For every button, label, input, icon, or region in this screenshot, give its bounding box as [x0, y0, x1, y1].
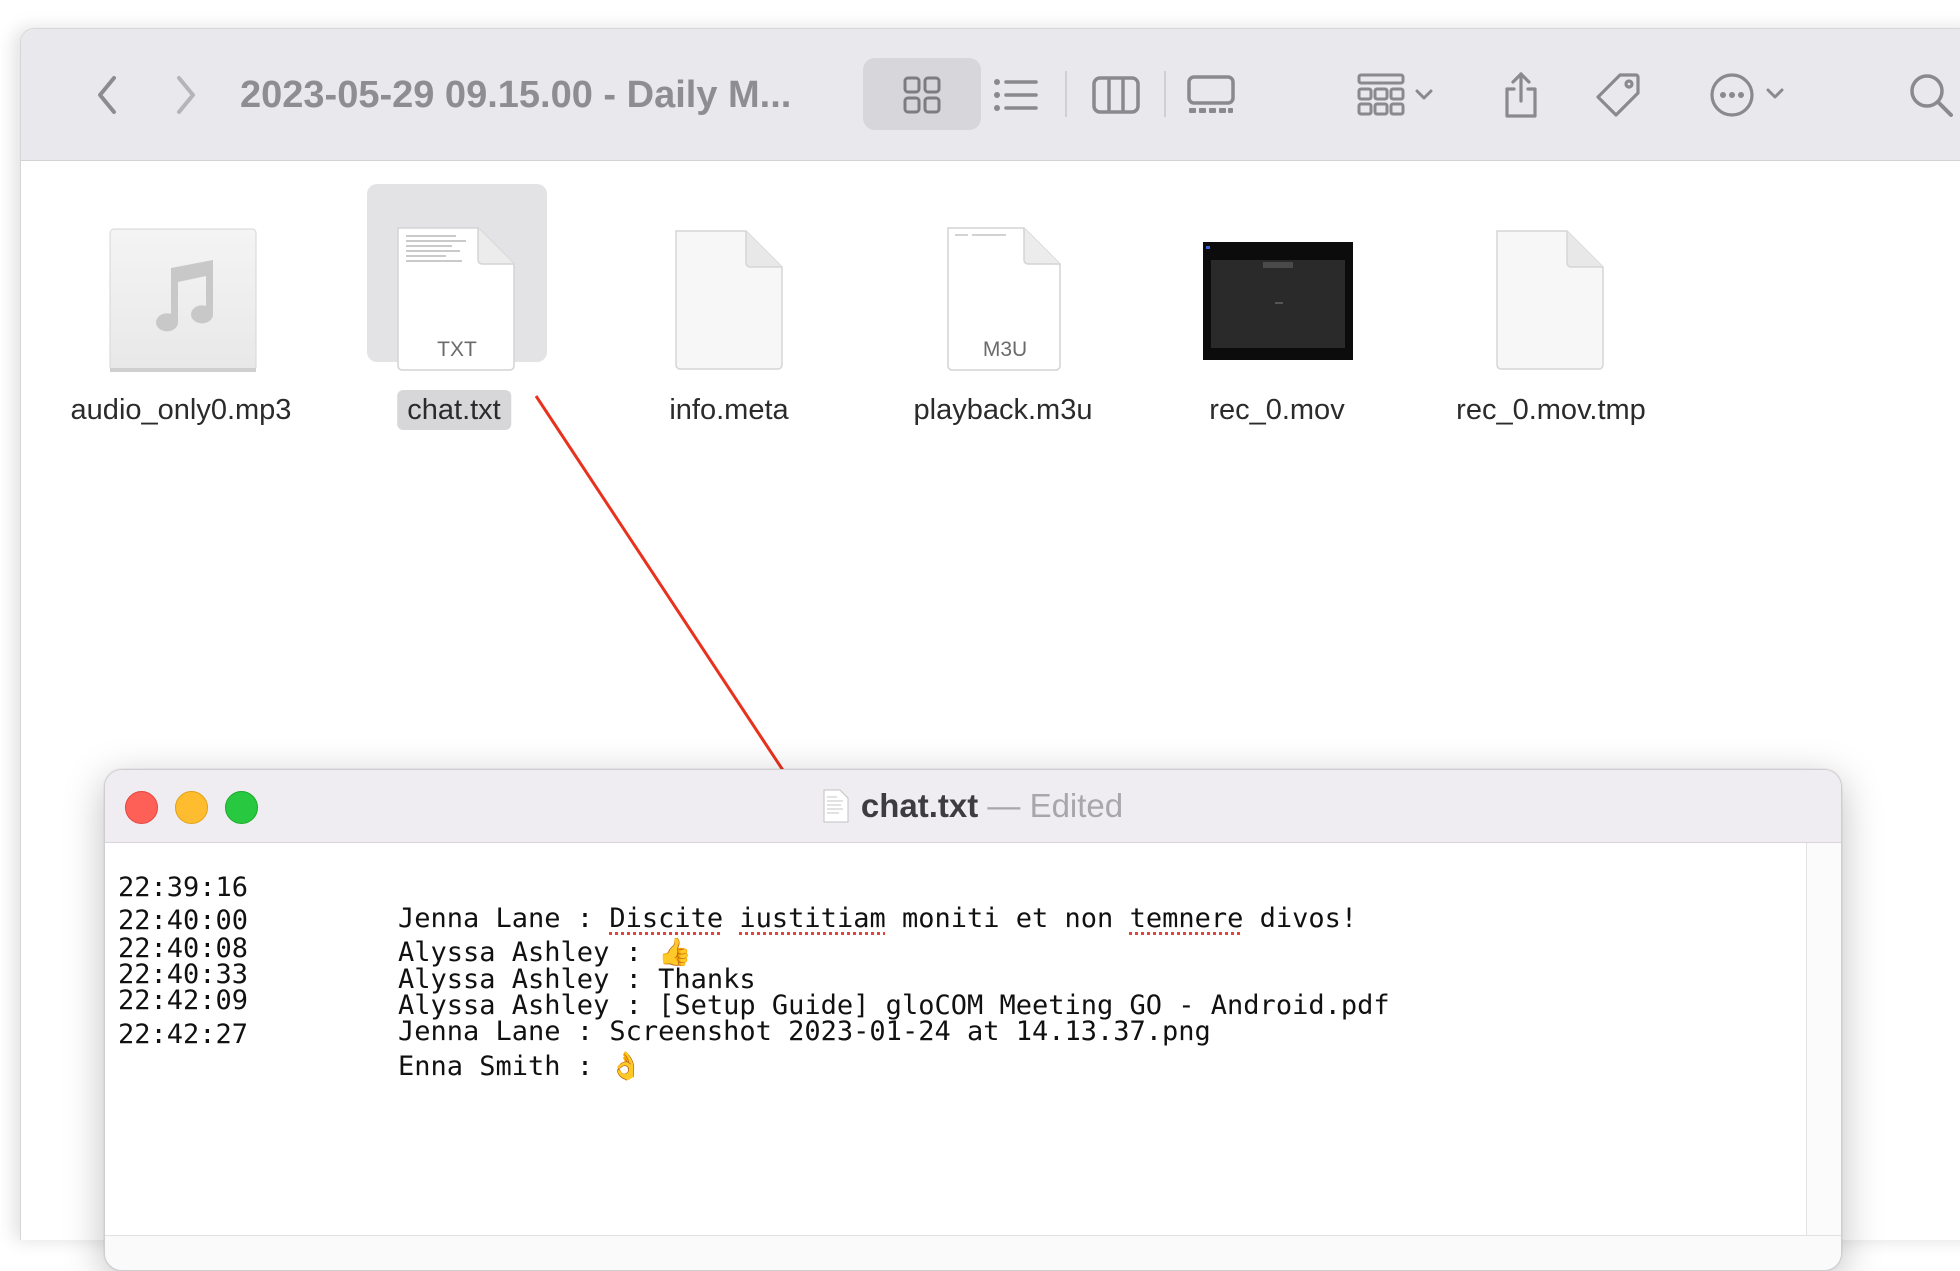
forward-icon[interactable] [166, 29, 206, 160]
file-name: rec_0.mov.tmp [1456, 394, 1646, 426]
group-icon[interactable] [1346, 29, 1446, 160]
list-view-icon[interactable] [976, 29, 1056, 160]
toolbar-divider [1065, 71, 1067, 117]
misspelled-word: temnere [1129, 903, 1244, 934]
file-type-badge: TXT [437, 338, 477, 361]
blank-document-icon [1495, 229, 1607, 376]
file-type-badge: M3U [982, 338, 1028, 361]
misspelled-word: iustitiam [739, 903, 886, 934]
message: Discite iustitiam moniti et non temnere … [609, 903, 1358, 934]
tag-icon[interactable] [1583, 29, 1653, 160]
document-name: chat.txt [860, 787, 979, 824]
sender: Enna Smith [398, 1051, 561, 1082]
file-name: chat.txt [397, 390, 511, 430]
sender: Jenna Lane [398, 903, 561, 934]
sender: Jenna Lane [398, 1016, 561, 1047]
ok-hand-emoji: 👌 [609, 1051, 643, 1082]
blank-document-icon [674, 229, 786, 376]
search-icon[interactable] [1901, 29, 1960, 160]
chat-line: 22:42:27 Enna Smith : 👌 [118, 988, 643, 1112]
back-icon[interactable] [87, 29, 127, 160]
file-name: info.meta [669, 394, 789, 426]
misspelled-word: Discite [609, 903, 724, 934]
message-text: Jenna Lane : Discite iustitiam moniti et… [398, 903, 1358, 934]
file-name: playback.m3u [913, 394, 1093, 426]
toolbar-divider [1164, 71, 1166, 117]
message-text: Enna Smith : 👌 [398, 1051, 643, 1082]
video-thumbnail [1203, 242, 1353, 365]
share-icon[interactable] [1491, 29, 1551, 160]
title-separator: — [987, 787, 1021, 824]
more-icon[interactable] [1701, 29, 1801, 160]
horizontal-scrollbar[interactable] [105, 1235, 1841, 1270]
message-text: Jenna Lane : Screenshot 2023-01-24 at 14… [398, 1016, 1211, 1047]
message: Screenshot 2023-01-24 at 14.13.37.png [609, 1016, 1211, 1047]
column-view-icon[interactable] [1076, 29, 1156, 160]
edited-status: Edited [1029, 787, 1124, 824]
file-name: rec_0.mov [1209, 394, 1345, 426]
vertical-scrollbar[interactable] [1806, 843, 1841, 1236]
timestamp: 22:42:27 [118, 1019, 249, 1050]
audio-file-icon [109, 228, 259, 379]
textedit-window: chat.txt — Edited 22:39:16 Jenna Lane : … [104, 769, 1842, 1271]
file-name: audio_only0.mp3 [70, 394, 292, 426]
gallery-view-icon[interactable] [1171, 29, 1251, 160]
grid-view-icon[interactable] [883, 29, 961, 160]
folder-title: 2023-05-29 09.15.00 - Daily M... [240, 74, 792, 116]
finder-toolbar: 2023-05-29 09.15.00 - Daily M... [21, 29, 1960, 161]
window-title: chat.txt — Edited [105, 784, 1841, 834]
text-area[interactable]: 22:39:16 Jenna Lane : Discite iustitiam … [105, 843, 1805, 1236]
textedit-titlebar[interactable]: chat.txt — Edited [105, 770, 1841, 843]
document-icon [823, 789, 849, 834]
